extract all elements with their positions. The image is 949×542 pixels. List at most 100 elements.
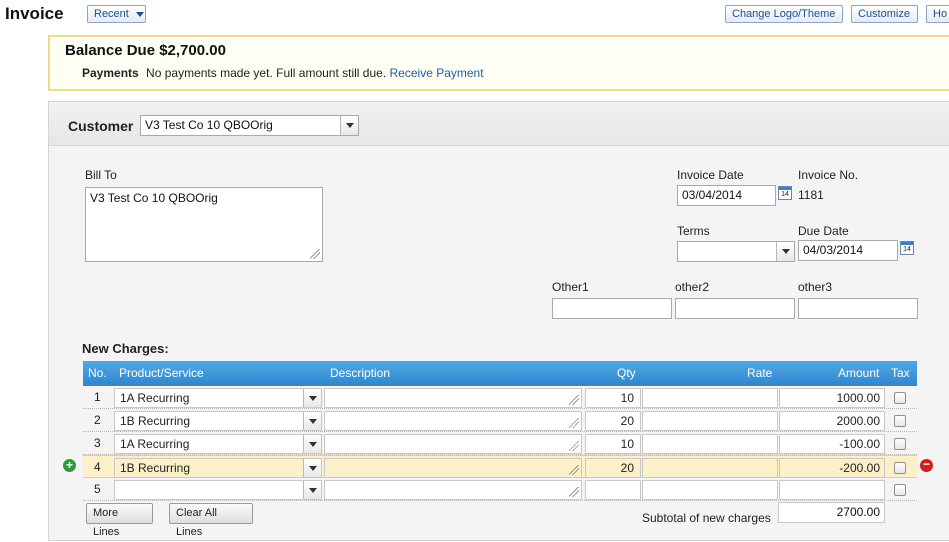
chevron-down-icon [776, 242, 794, 261]
resize-grip-icon[interactable] [569, 395, 579, 405]
product-value: 1B Recurring [120, 414, 191, 428]
terms-select[interactable] [677, 241, 795, 262]
other1-input[interactable] [552, 298, 672, 319]
description-input[interactable] [324, 458, 582, 478]
more-lines-button[interactable]: More Lines [86, 503, 153, 538]
description-input[interactable] [324, 388, 582, 408]
col-description-header: Description [330, 366, 391, 380]
customer-value: V3 Test Co 10 QBOOrig [145, 118, 273, 132]
col-rate-header: Rate [747, 366, 773, 380]
bill-to-label: Bill To [85, 168, 117, 182]
invoice-no-value: 1181 [798, 188, 824, 202]
other2-input[interactable] [675, 298, 795, 319]
qty-value: 20 [620, 414, 634, 428]
qty-input[interactable]: 20 [585, 458, 641, 478]
table-row: 2 1B Recurring 20 2000.00 [83, 409, 917, 432]
due-date-input[interactable]: 04/03/2014 [798, 240, 898, 261]
tax-checkbox[interactable] [894, 415, 906, 427]
calendar-icon[interactable]: 14 [778, 186, 792, 200]
rate-input[interactable] [642, 434, 778, 454]
charges-table-header: No. Product/Service Description Qty Rate… [83, 361, 917, 386]
col-no-header: No. [88, 366, 107, 380]
chevron-down-icon [303, 481, 321, 499]
product-select[interactable] [114, 480, 322, 500]
rate-input[interactable] [642, 458, 778, 478]
amount-input[interactable]: -100.00 [779, 434, 885, 454]
other3-input[interactable] [798, 298, 918, 319]
subtotal-label: Subtotal of new charges [642, 511, 771, 525]
rate-input[interactable] [642, 388, 778, 408]
recent-dropdown-button[interactable]: Recent [87, 5, 146, 23]
payments-status: No payments made yet. Full amount still … [146, 66, 387, 80]
chevron-down-icon [135, 11, 144, 17]
tax-checkbox[interactable] [894, 438, 906, 450]
col-tax-header: Tax [891, 366, 910, 380]
qty-input[interactable]: 20 [585, 411, 641, 431]
resize-grip-icon[interactable] [310, 249, 320, 259]
due-date-label: Due Date [798, 224, 849, 238]
tax-checkbox[interactable] [894, 462, 906, 474]
page-title: Invoice [5, 4, 64, 23]
bill-to-value: V3 Test Co 10 QBOOrig [90, 191, 218, 205]
remove-line-icon[interactable]: − [920, 458, 933, 472]
add-line-icon[interactable]: + [63, 459, 76, 472]
payments-label: Payments [82, 66, 139, 80]
product-value: 1A Recurring [120, 391, 190, 405]
customer-select[interactable]: V3 Test Co 10 QBOOrig [140, 115, 359, 136]
bill-to-textarea[interactable]: V3 Test Co 10 QBOOrig [85, 187, 323, 262]
chevron-down-icon [340, 116, 358, 135]
product-select[interactable]: 1B Recurring [114, 458, 322, 478]
invoice-date-input[interactable]: 03/04/2014 [677, 185, 776, 206]
calendar-icon[interactable]: 14 [900, 241, 914, 255]
change-logo-theme-button[interactable]: Change Logo/Theme [725, 5, 843, 23]
row-number: 2 [94, 413, 101, 427]
tax-checkbox[interactable] [894, 392, 906, 404]
description-input[interactable] [324, 480, 582, 500]
resize-grip-icon[interactable] [569, 418, 579, 428]
amount-input[interactable]: -200.00 [779, 458, 885, 478]
col-amount-header: Amount [838, 366, 880, 380]
tax-checkbox[interactable] [894, 484, 906, 496]
amount-value: 1000.00 [836, 391, 880, 405]
product-select[interactable]: 1A Recurring [114, 388, 322, 408]
qty-input[interactable] [585, 480, 641, 500]
customize-button[interactable]: Customize [851, 5, 918, 23]
product-select[interactable]: 1A Recurring [114, 434, 322, 454]
resize-grip-icon[interactable] [569, 487, 579, 497]
amount-value: -200.00 [839, 461, 880, 475]
rate-input[interactable] [642, 480, 778, 500]
amount-value: -100.00 [839, 437, 880, 451]
resize-grip-icon[interactable] [569, 441, 579, 451]
rate-input[interactable] [642, 411, 778, 431]
qty-input[interactable]: 10 [585, 434, 641, 454]
description-input[interactable] [324, 411, 582, 431]
row-number: 3 [94, 436, 101, 450]
due-date-value: 04/03/2014 [803, 243, 864, 257]
payments-line: Payments No payments made yet. Full amou… [82, 66, 484, 80]
resize-grip-icon[interactable] [569, 465, 579, 475]
invoice-no-label: Invoice No. [798, 168, 859, 182]
other1-label: Other1 [552, 280, 589, 294]
amount-input[interactable]: 1000.00 [779, 388, 885, 408]
recent-label: Recent [94, 8, 129, 20]
row-number: 5 [94, 482, 101, 496]
col-qty-header: Qty [617, 366, 636, 380]
product-select[interactable]: 1B Recurring [114, 411, 322, 431]
row-number: 4 [94, 460, 101, 474]
invoice-date-label: Invoice Date [677, 168, 744, 182]
amount-input[interactable] [779, 480, 885, 500]
amount-input[interactable]: 2000.00 [779, 411, 885, 431]
description-input[interactable] [324, 434, 582, 454]
customer-label: Customer [68, 118, 134, 134]
other2-label: other2 [675, 280, 710, 294]
other3-label: other3 [798, 280, 833, 294]
receive-payment-link[interactable]: Receive Payment [390, 66, 484, 80]
how-button[interactable]: Ho [926, 5, 949, 23]
clear-all-lines-button[interactable]: Clear All Lines [169, 503, 253, 538]
subtotal-value: 2700.00 [778, 502, 885, 523]
chevron-down-icon [303, 412, 321, 430]
table-row: 4 1B Recurring 20 -200.00 [83, 455, 917, 478]
chevron-down-icon [303, 389, 321, 407]
table-row: 5 [83, 478, 917, 501]
qty-input[interactable]: 10 [585, 388, 641, 408]
